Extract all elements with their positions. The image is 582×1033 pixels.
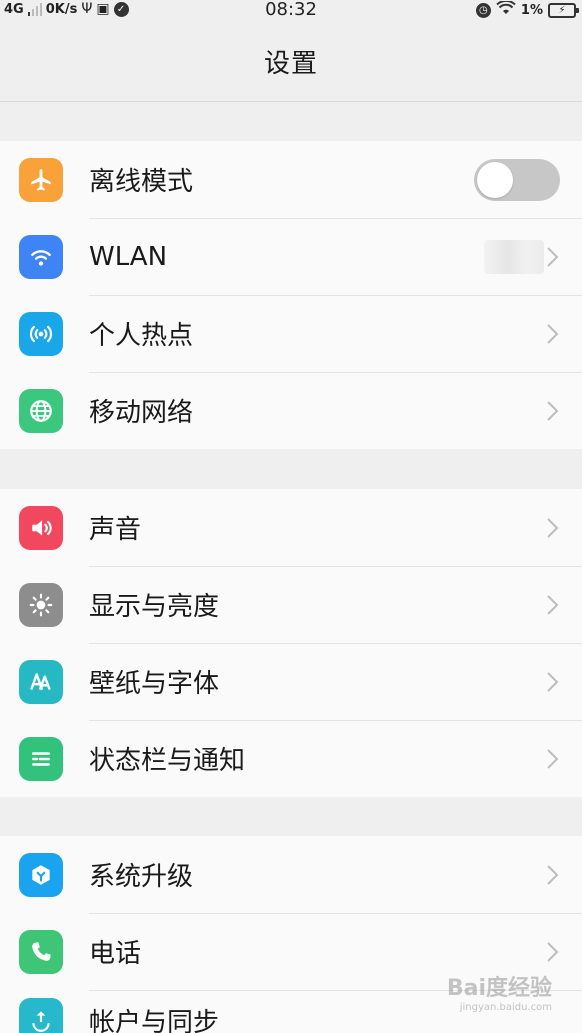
airplane-icon [19, 157, 63, 202]
settings-item-mobile-network[interactable]: 移动网络 [0, 372, 582, 449]
settings-item-statusbar-notification[interactable]: 状态栏与通知 [0, 720, 582, 797]
settings-item-display-brightness[interactable]: 显示与亮度 [0, 566, 582, 643]
wifi-status-icon [496, 0, 516, 19]
watermark-sub: jingyan.baidu.com [459, 1002, 552, 1013]
settings-item-wlan[interactable]: WLAN [0, 218, 582, 295]
upgrade-icon [19, 852, 63, 897]
settings-item-wallpaper-font[interactable]: 壁纸与字体 [0, 643, 582, 720]
toggle-knob [477, 161, 513, 198]
settings-item-label: 离线模式 [89, 167, 194, 197]
hotspot-icon [19, 311, 63, 356]
settings-item-label: WLAN [89, 241, 168, 272]
settings-item-label: 声音 [89, 515, 142, 545]
chevron-right-icon [546, 864, 560, 886]
settings-item-label: 帐户与同步 [89, 1008, 220, 1033]
settings-item-label: 系统升级 [89, 862, 194, 892]
battery-percent: 1% [520, 2, 543, 18]
settings-item-system-upgrade[interactable]: 系统升级 [0, 836, 582, 913]
offline-mode-toggle[interactable] [474, 158, 560, 201]
chevron-right-icon [546, 246, 560, 268]
settings-item-label: 电话 [89, 939, 142, 969]
chevron-right-icon [546, 323, 560, 345]
settings-item-offline-mode[interactable]: 离线模式 [0, 141, 582, 218]
chevron-right-icon [546, 671, 560, 693]
chevron-right-icon [546, 517, 560, 539]
chevron-right-icon [546, 594, 560, 616]
speaker-icon [19, 505, 63, 550]
watermark: Bai度经验 jingyan.baidu.com [447, 970, 552, 1013]
battery-charging-icon: ⚡ [548, 2, 579, 18]
wlan-network-name-blurred [484, 239, 544, 274]
wifi-icon [19, 234, 63, 279]
title-bar: 设置 [0, 22, 582, 102]
phone-icon [19, 929, 63, 974]
settings-item-label: 壁纸与字体 [89, 669, 220, 699]
section-display-sound: 声音 显示与亮度 壁纸与字体 状态栏与通知 [0, 489, 582, 797]
notification-icon [19, 736, 63, 781]
chevron-right-icon [546, 400, 560, 422]
brightness-icon [19, 582, 63, 627]
sync-icon [19, 998, 63, 1033]
settings-item-label: 移动网络 [89, 398, 194, 428]
watermark-text: Bai度经验 [446, 976, 552, 1001]
settings-item-label: 显示与亮度 [89, 592, 220, 622]
page-title: 设置 [263, 49, 318, 79]
status-bar: 4G 0K/s Ψ ▣ ✓ 08:32 ◷ 1% ⚡ [0, 0, 582, 22]
settings-item-label: 状态栏与通知 [89, 746, 246, 776]
chevron-right-icon [546, 748, 560, 770]
alarm-icon: ◷ [475, 2, 491, 18]
settings-item-label: 个人热点 [89, 321, 194, 351]
font-icon [19, 659, 63, 704]
globe-icon [19, 388, 63, 433]
settings-item-hotspot[interactable]: 个人热点 [0, 295, 582, 372]
section-connectivity: 离线模式 WLAN 个人热点 移动网络 [0, 141, 582, 449]
settings-item-sound[interactable]: 声音 [0, 489, 582, 566]
chevron-right-icon [546, 941, 560, 963]
